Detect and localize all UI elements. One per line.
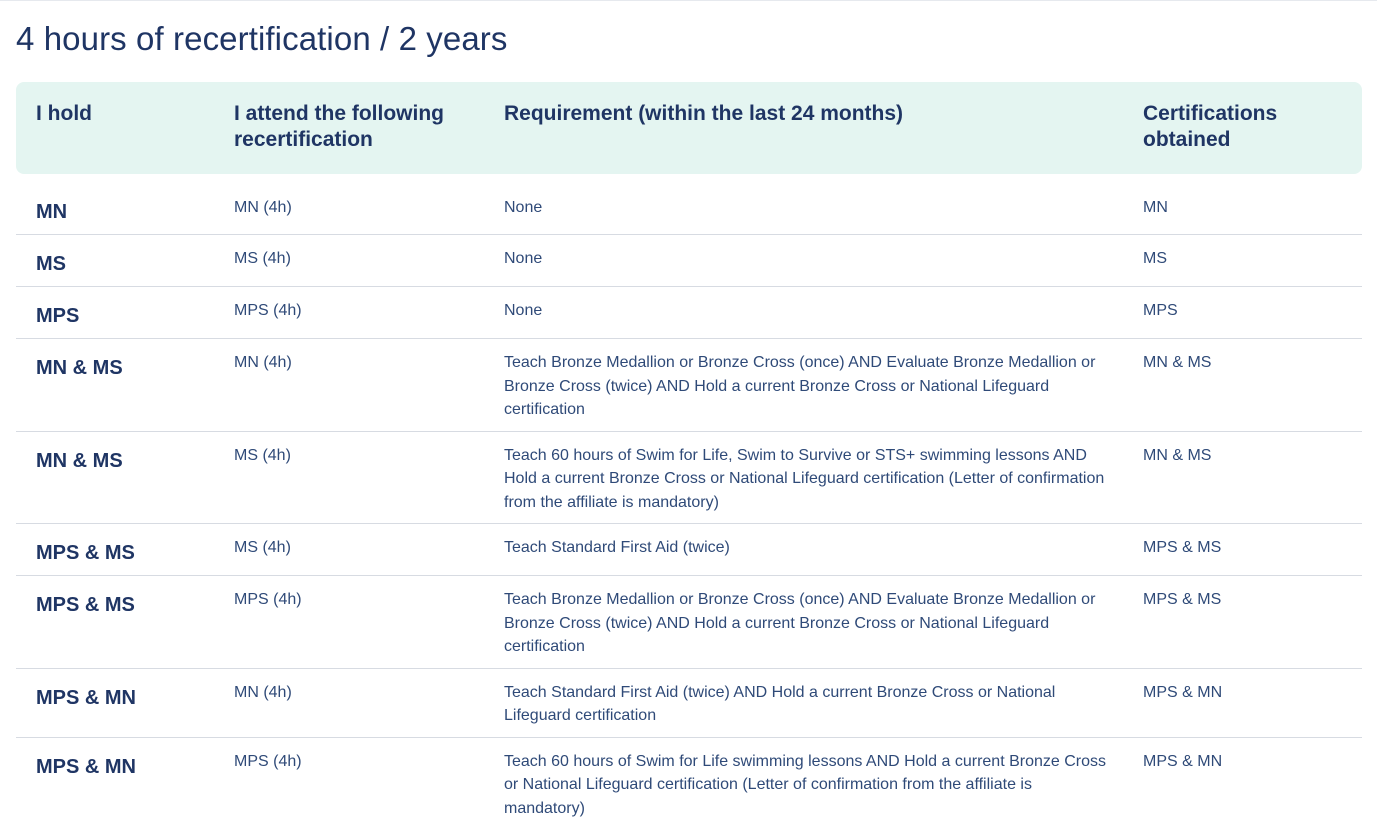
table-header: I hold I attend the following recertific…: [16, 82, 1362, 174]
page-title: 4 hours of recertification / 2 years: [16, 20, 508, 57]
cell-obtained: MPS & MS: [1123, 523, 1362, 576]
cell-obtained: MPS & MS: [1123, 575, 1362, 669]
cell-attend: MN (4h): [214, 338, 484, 432]
table-row: MN MN (4h) None MN: [16, 174, 1362, 235]
cell-obtained: MPS: [1123, 286, 1362, 339]
table-row: MPS & MN MN (4h) Teach Standard First Ai…: [16, 668, 1362, 738]
table-row: MPS MPS (4h) None MPS: [16, 286, 1362, 339]
cell-requirement: Teach Bronze Medallion or Bronze Cross (…: [484, 338, 1123, 432]
table-header-row: I hold I attend the following recertific…: [16, 82, 1362, 174]
table-row: MN & MS MN (4h) Teach Bronze Medallion o…: [16, 338, 1362, 432]
cell-hold: MPS: [16, 286, 214, 339]
cell-attend: MS (4h): [214, 431, 484, 524]
table-row: MPS & MN MPS (4h) Teach 60 hours of Swim…: [16, 737, 1362, 829]
column-header-requirement: Requirement (within the last 24 months): [504, 102, 904, 125]
cell-attend: MPS (4h): [214, 286, 484, 339]
cell-obtained: MN & MS: [1123, 338, 1362, 432]
cell-hold: MN & MS: [16, 338, 214, 432]
cell-attend: MS (4h): [214, 234, 484, 287]
cell-hold: MN: [16, 174, 214, 235]
cell-obtained: MS: [1123, 234, 1362, 287]
recertification-table-container: I hold I attend the following recertific…: [16, 82, 1362, 829]
cell-hold: MN & MS: [16, 431, 214, 524]
table-body: MN MN (4h) None MN MS MS (4h) None MS MP…: [16, 174, 1362, 829]
table-row: MPS & MS MS (4h) Teach Standard First Ai…: [16, 523, 1362, 576]
cell-requirement: Teach Standard First Aid (twice) AND Hol…: [484, 668, 1123, 738]
table-row: MN & MS MS (4h) Teach 60 hours of Swim f…: [16, 431, 1362, 524]
cell-hold: MPS & MN: [36, 755, 136, 778]
table-row: MPS & MS MPS (4h) Teach Bronze Medallion…: [16, 575, 1362, 669]
cell-attend: MN (4h): [214, 174, 484, 235]
column-header-i-hold: I hold: [36, 102, 92, 125]
cell-hold: MS: [16, 234, 214, 287]
cell-obtained: MN & MS: [1123, 431, 1362, 524]
cell-requirement: Teach 60 hours of Swim for Life, Swim to…: [484, 431, 1123, 524]
cell-attend: MPS (4h): [214, 575, 484, 669]
cell-hold: MPS & MS: [16, 575, 214, 669]
recertification-table: I hold I attend the following recertific…: [16, 82, 1362, 829]
cell-attend: MPS (4h): [234, 752, 302, 770]
column-header-attend: I attend the following recertification: [234, 102, 444, 151]
cell-hold: MPS & MN: [16, 668, 214, 738]
cell-obtained: MN: [1123, 174, 1362, 235]
cell-requirement: Teach Bronze Medallion or Bronze Cross (…: [484, 575, 1123, 669]
cell-requirement: Teach Standard First Aid (twice): [484, 523, 1123, 576]
cell-attend: MS (4h): [214, 523, 484, 576]
table-row: MS MS (4h) None MS: [16, 234, 1362, 287]
cell-obtained: MPS & MN: [1143, 752, 1223, 770]
top-divider: [0, 0, 1377, 1]
cell-hold: MPS & MS: [16, 523, 214, 576]
column-header-obtained: Certifications obtained: [1143, 102, 1278, 151]
cell-requirement: None: [484, 174, 1123, 235]
cell-requirement: None: [484, 286, 1123, 339]
cell-attend: MN (4h): [214, 668, 484, 738]
cell-requirement: Teach 60 hours of Swim for Life swimming…: [504, 752, 1107, 817]
cell-obtained: MPS & MN: [1123, 668, 1362, 738]
cell-requirement: None: [484, 234, 1123, 287]
